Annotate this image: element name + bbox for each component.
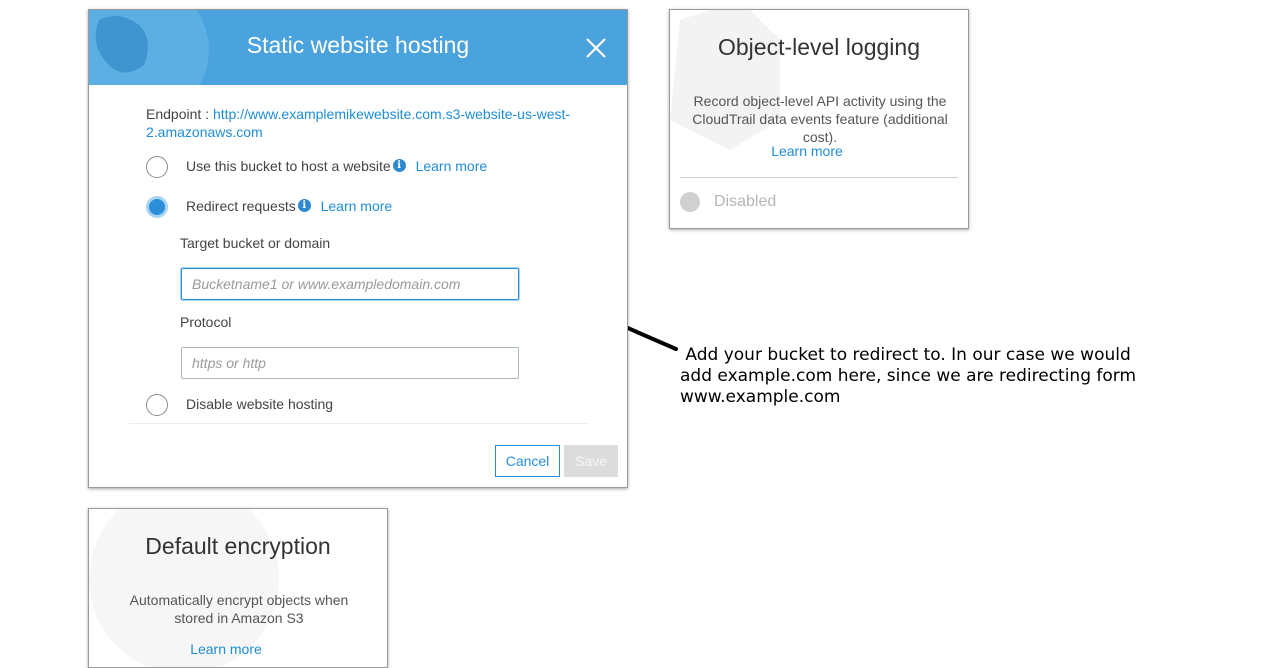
host-website-label: Use this bucket to host a website — [186, 158, 391, 174]
logging-learn-more-link[interactable]: Learn more — [670, 143, 944, 159]
protocol-input[interactable] — [181, 347, 519, 379]
endpoint-label: Endpoint : — [146, 106, 213, 122]
target-bucket-label: Target bucket or domain — [180, 235, 331, 251]
annotation-text: Add your bucket to redirect to. In our c… — [680, 345, 1180, 408]
logging-status: Disabled — [714, 193, 777, 210]
annotation-line-3: www.example.com — [680, 387, 841, 407]
host-website-radio[interactable] — [146, 156, 168, 178]
disable-hosting-label: Disable website hosting — [186, 396, 334, 412]
target-bucket-input[interactable] — [181, 268, 519, 300]
encryption-learn-more-link[interactable]: Learn more — [89, 641, 363, 657]
encryption-card-title: Default encryption — [145, 533, 331, 559]
redirect-requests-radio[interactable] — [146, 196, 168, 218]
redirect-requests-label: Redirect requests — [186, 198, 296, 214]
close-icon[interactable] — [585, 37, 607, 59]
protocol-label: Protocol — [180, 314, 232, 330]
default-encryption-card[interactable]: Default encryption Automatically encrypt… — [88, 508, 388, 668]
static-website-hosting-modal: Static website hosting Endpoint : http:/… — [88, 9, 628, 488]
modal-divider — [129, 423, 589, 424]
object-level-logging-card[interactable]: Object-level logging Record object-level… — [669, 9, 969, 229]
host-website-learn-more-link[interactable]: Learn more — [416, 158, 488, 174]
status-dot-icon — [680, 192, 700, 212]
logging-divider — [680, 177, 958, 178]
info-icon[interactable]: i — [297, 199, 311, 212]
encryption-card-description: Automatically encrypt objects when store… — [129, 592, 349, 626]
modal-title: Static website hosting — [246, 32, 470, 58]
disable-hosting-radio[interactable] — [146, 394, 168, 416]
redirect-requests-option: Redirect requests i Learn more — [186, 198, 392, 214]
logging-card-title: Object-level logging — [717, 34, 920, 60]
host-website-option: Use this bucket to host a website i Learn… — [186, 158, 487, 174]
info-icon[interactable]: i — [392, 159, 406, 172]
logging-card-description: Record object-level API activity using t… — [692, 93, 948, 145]
cancel-button[interactable]: Cancel — [495, 445, 560, 477]
redirect-learn-more-link[interactable]: Learn more — [321, 198, 393, 214]
modal-header: Static website hosting — [89, 10, 627, 85]
save-button[interactable]: Save — [564, 445, 618, 477]
annotation-line-1: Add your bucket to redirect to. In our c… — [680, 345, 1131, 365]
endpoint: Endpoint : http://www.examplemikewebsite… — [146, 105, 586, 141]
annotation-line-2: add example.com here, since we are redir… — [680, 366, 1137, 386]
